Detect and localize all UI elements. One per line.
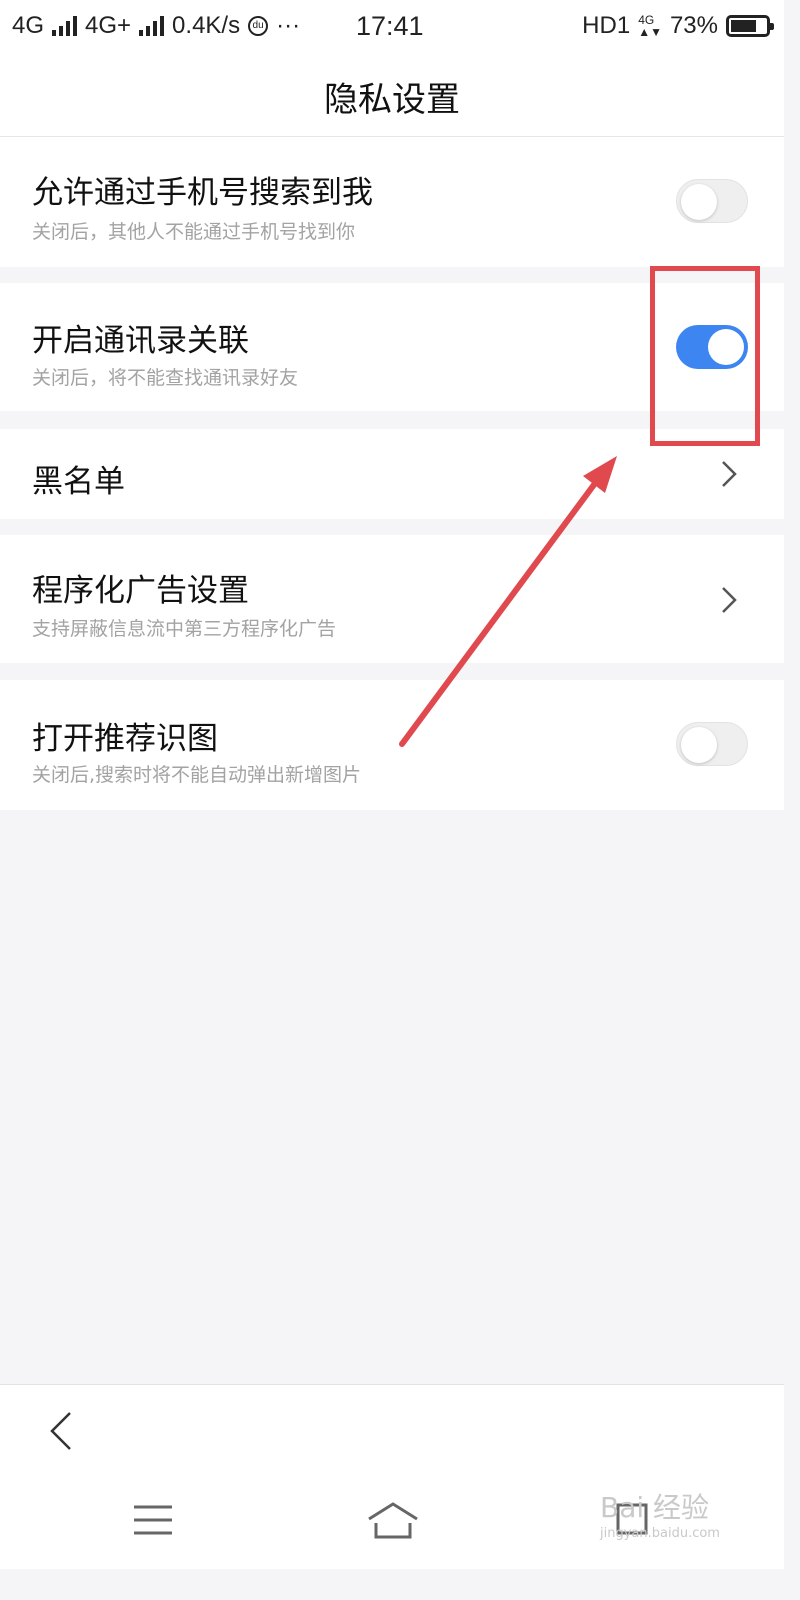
- home-icon[interactable]: [366, 1501, 420, 1541]
- back-icon[interactable]: [44, 1409, 78, 1453]
- watermark-logo: Bai 经验 jingyan.baidu.com: [600, 1491, 720, 1541]
- menu-icon[interactable]: [132, 1503, 174, 1537]
- navigation-area: [0, 1384, 784, 1569]
- annotation-arrow-icon: [399, 456, 617, 747]
